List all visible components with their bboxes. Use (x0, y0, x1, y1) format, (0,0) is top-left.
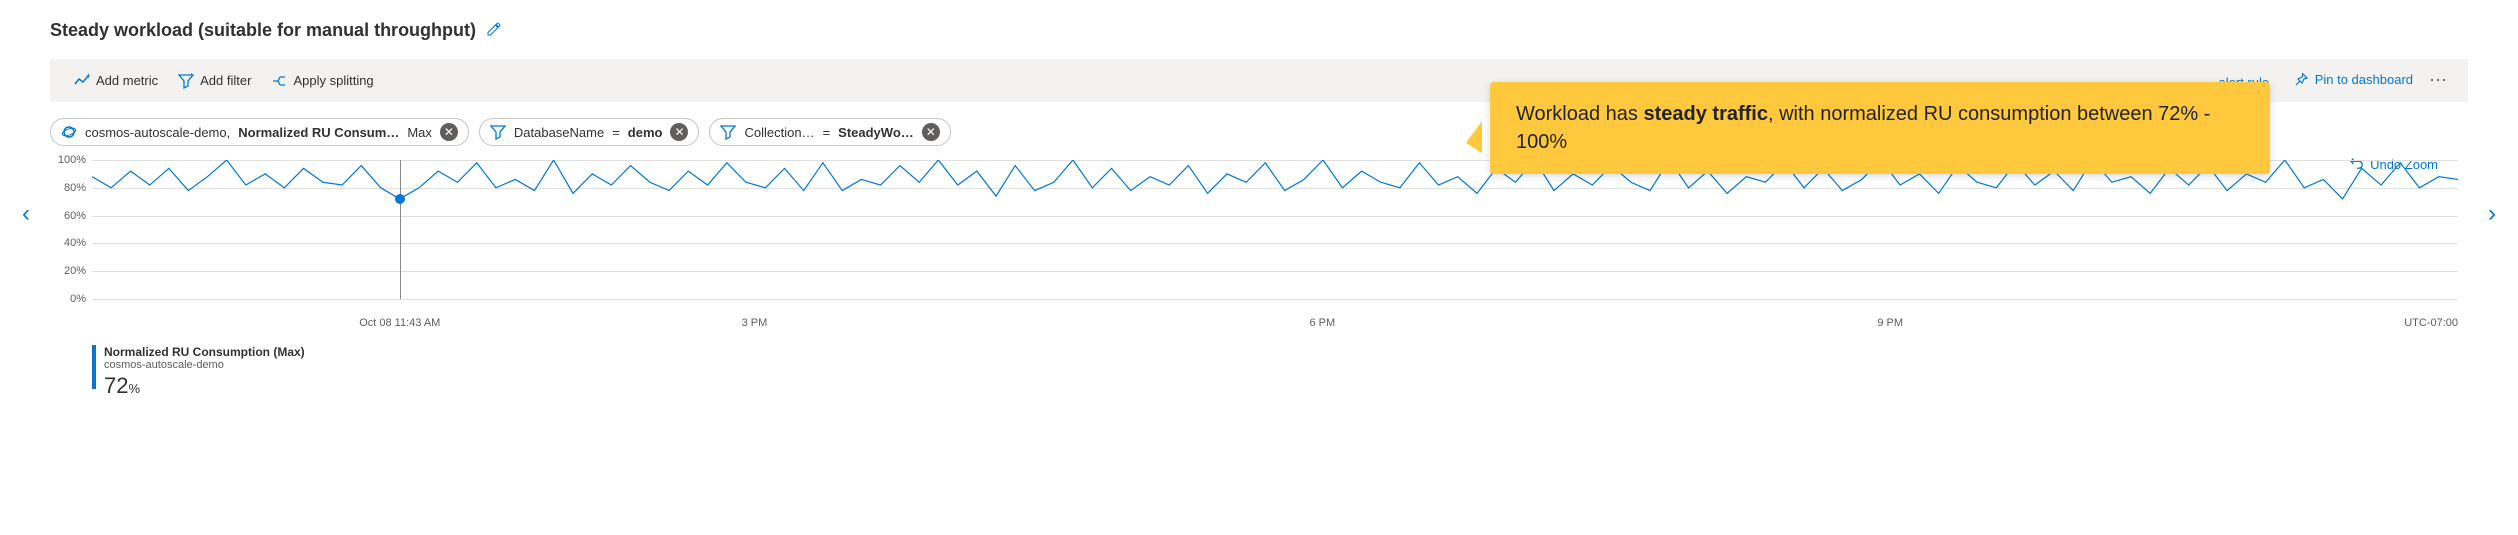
metric-pill-resource: cosmos-autoscale-demo, (85, 125, 230, 140)
chart-cursor-dot (395, 194, 405, 204)
pin-icon (2293, 71, 2309, 87)
more-icon[interactable]: ⋯ (2423, 70, 2454, 91)
chart-plot[interactable]: 100%80%60%40%20%0% (92, 160, 2458, 315)
legend-color-bar (92, 345, 96, 389)
metric-pill-agg: Max (407, 125, 432, 140)
legend-resource: cosmos-autoscale-demo (104, 359, 305, 371)
y-axis-label: 100% (58, 154, 86, 166)
add-filter-button[interactable]: + Add filter (168, 69, 261, 93)
filter1-key: DatabaseName (514, 125, 604, 140)
timezone-label: UTC-07:00 (2404, 317, 2458, 329)
x-axis-tick-label: 6 PM (1309, 317, 1335, 329)
filter1-eq: = (612, 125, 620, 140)
legend-unit: % (128, 381, 140, 396)
chart-cursor-line (400, 160, 401, 299)
close-icon[interactable]: ✕ (440, 123, 458, 141)
filter1-value: demo (628, 125, 663, 140)
y-axis-label: 0% (70, 293, 86, 305)
add-metric-button[interactable]: + Add metric (64, 69, 168, 93)
y-axis-label: 40% (64, 237, 86, 249)
x-axis-tick-label: 9 PM (1877, 317, 1903, 329)
annotation-callout: Workload has steady traffic, with normal… (1490, 82, 2270, 174)
filter2-value: SteadyWo… (838, 125, 914, 140)
add-metric-label: Add metric (96, 73, 158, 88)
svg-text:+: + (86, 73, 90, 81)
add-filter-label: Add filter (200, 73, 251, 88)
legend-metric-name: Normalized RU Consumption (Max) (104, 345, 305, 359)
svg-text:+: + (189, 73, 194, 80)
edit-icon[interactable] (486, 21, 502, 40)
filter-pill-collection[interactable]: Collection… = SteadyWo… ✕ (709, 118, 950, 146)
filter2-key: Collection… (744, 125, 814, 140)
metric-pill-name: Normalized RU Consum… (238, 125, 399, 140)
filter-icon (490, 124, 506, 140)
split-icon (271, 73, 287, 89)
callout-text-pre: Workload has (1516, 103, 1643, 125)
page-title: Steady workload (suitable for manual thr… (50, 20, 476, 41)
apply-splitting-button[interactable]: Apply splitting (261, 69, 383, 93)
pin-dashboard-label: Pin to dashboard (2315, 72, 2413, 87)
filter-icon: + (178, 73, 194, 89)
pin-dashboard-button[interactable]: Pin to dashboard (2283, 67, 2423, 91)
callout-text-bold: steady traffic (1643, 103, 1768, 125)
chart-legend: Normalized RU Consumption (Max) cosmos-a… (92, 345, 2468, 399)
apply-splitting-label: Apply splitting (293, 73, 373, 88)
close-icon[interactable]: ✕ (670, 123, 688, 141)
filter-icon (720, 124, 736, 140)
y-axis-label: 80% (64, 182, 86, 194)
chevron-left-icon[interactable]: ‹ (22, 200, 30, 228)
cosmos-icon (61, 124, 77, 140)
close-icon[interactable]: ✕ (922, 123, 940, 141)
chevron-right-icon[interactable]: › (2488, 200, 2496, 228)
y-axis-label: 60% (64, 210, 86, 222)
filter-pill-database[interactable]: DatabaseName = demo ✕ (479, 118, 700, 146)
x-axis-tick-label: 3 PM (742, 317, 768, 329)
x-axis-start-label: Oct 08 11:43 AM (359, 317, 440, 329)
filter2-eq: = (823, 125, 831, 140)
y-axis-label: 20% (64, 265, 86, 277)
legend-value: 72 (104, 373, 128, 398)
gridline (92, 299, 2458, 300)
add-metric-icon: + (74, 73, 90, 89)
metric-pill[interactable]: cosmos-autoscale-demo, Normalized RU Con… (50, 118, 469, 146)
